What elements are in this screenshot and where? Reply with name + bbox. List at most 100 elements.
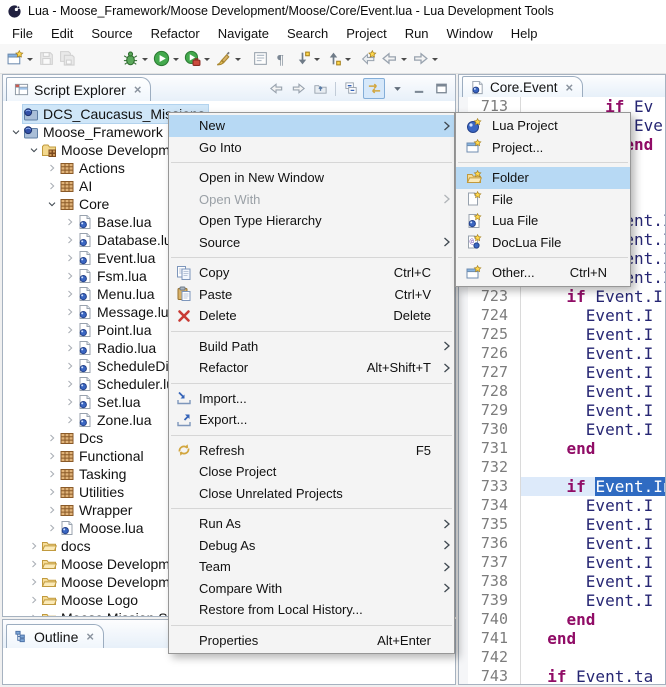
context-menu-item-refactor[interactable]: RefactorAlt+Shift+T (169, 357, 454, 379)
dropdown-arrow-icon[interactable] (173, 58, 179, 64)
context-menu-item-import[interactable]: Import... (169, 388, 454, 410)
context-menu-item-refresh[interactable]: RefreshF5 (169, 440, 454, 462)
dropdown-arrow-icon[interactable] (235, 58, 241, 64)
new-submenu-item-project[interactable]: Project... (456, 137, 630, 159)
chevron-right-icon[interactable] (45, 162, 59, 174)
chevron-right-icon[interactable] (63, 288, 77, 300)
chevron-right-icon[interactable] (27, 558, 41, 570)
code-text[interactable]: Event.I (521, 363, 665, 382)
chevron-right-icon[interactable] (45, 180, 59, 192)
chevron-right-icon[interactable] (63, 414, 77, 426)
code-text[interactable]: Event.I (521, 572, 665, 591)
context-menu-item-restore-from-local-history[interactable]: Restore from Local History... (169, 599, 454, 621)
chevron-right-icon[interactable] (45, 522, 59, 534)
context-menu-item-run-as[interactable]: Run As (169, 513, 454, 535)
chevron-right-icon[interactable] (45, 504, 59, 516)
context-menu-item-export[interactable]: Export... (169, 409, 454, 431)
context-menu-item-paste[interactable]: PasteCtrl+V (169, 284, 454, 306)
close-icon[interactable]: × (134, 84, 142, 95)
chevron-right-icon[interactable] (45, 486, 59, 498)
debug-button[interactable] (121, 47, 150, 71)
dropdown-arrow-icon[interactable] (345, 58, 351, 64)
chevron-right-icon[interactable] (63, 360, 77, 372)
run-button[interactable] (152, 47, 181, 71)
code-text[interactable]: Event.I (521, 401, 665, 420)
chevron-right-icon[interactable] (27, 612, 41, 616)
context-menu-item-close-unrelated-projects[interactable]: Close Unrelated Projects (169, 483, 454, 505)
dropdown-arrow-icon[interactable] (142, 58, 148, 64)
back-button[interactable] (380, 47, 409, 71)
code-text[interactable]: Event.I (521, 382, 665, 401)
tab-outline[interactable]: Outline × (6, 624, 104, 648)
code-text[interactable]: end (521, 629, 665, 648)
chevron-down-icon[interactable] (27, 144, 41, 156)
code-text[interactable] (521, 458, 665, 477)
back-button[interactable] (266, 79, 286, 98)
code-text[interactable]: end (521, 439, 665, 458)
chevron-right-icon[interactable] (63, 216, 77, 228)
last-edit-location-button[interactable] (359, 47, 378, 71)
code-text[interactable]: Event.I (521, 496, 665, 515)
new-submenu-item-lua-file[interactable]: Lua File (456, 210, 630, 232)
context-menu-item-delete[interactable]: DeleteDelete (169, 305, 454, 327)
chevron-right-icon[interactable] (63, 270, 77, 282)
menubar-item-help[interactable]: Help (502, 23, 547, 44)
chevron-right-icon[interactable] (63, 234, 77, 246)
context-menu-item-copy[interactable]: CopyCtrl+C (169, 262, 454, 284)
context-menu-item-compare-with[interactable]: Compare With (169, 578, 454, 600)
chevron-right-icon[interactable] (63, 378, 77, 390)
context-menu-item-close-project[interactable]: Close Project (169, 461, 454, 483)
context-menu-item-team[interactable]: Team (169, 556, 454, 578)
context-menu-item-debug-as[interactable]: Debug As (169, 535, 454, 557)
menubar-item-search[interactable]: Search (278, 23, 337, 44)
menubar-item-project[interactable]: Project (337, 23, 395, 44)
previous-annotation-button[interactable] (324, 47, 353, 71)
minimize-button[interactable] (409, 79, 429, 98)
menubar-item-window[interactable]: Window (438, 23, 502, 44)
dropdown-arrow-icon[interactable] (27, 58, 33, 64)
chevron-right-icon[interactable] (45, 468, 59, 480)
chevron-right-icon[interactable] (63, 306, 77, 318)
chevron-right-icon[interactable] (63, 324, 77, 336)
new-submenu-item-doclua-file[interactable]: @DocLua File (456, 232, 630, 254)
code-text[interactable]: if Event.ta (521, 667, 665, 684)
code-text[interactable]: Event.I (521, 325, 665, 344)
new-submenu-item-other[interactable]: Other...Ctrl+N (456, 262, 630, 284)
context-menu-item-build-path[interactable]: Build Path (169, 336, 454, 358)
collapse-all-button[interactable] (341, 79, 361, 98)
external-tools-button[interactable] (183, 47, 212, 71)
code-text[interactable]: Event.I (521, 344, 665, 363)
new-submenu-item-folder[interactable]: Folder (456, 167, 630, 189)
close-icon[interactable]: × (566, 82, 574, 93)
chevron-right-icon[interactable] (45, 450, 59, 462)
link-editor-button[interactable] (363, 78, 385, 99)
new-submenu-item-lua-project[interactable]: Lua Project (456, 115, 630, 137)
chevron-right-icon[interactable] (63, 252, 77, 264)
dropdown-arrow-icon[interactable] (204, 58, 210, 64)
close-icon[interactable]: × (86, 631, 94, 642)
chevron-down-icon[interactable] (9, 126, 23, 138)
context-menu-item-open-in-new-window[interactable]: Open in New Window (169, 167, 454, 189)
show-whitespace-button[interactable]: ¶ (272, 47, 291, 71)
context-menu-item-open-type-hierarchy[interactable]: Open Type Hierarchy (169, 210, 454, 232)
code-text[interactable] (521, 648, 665, 667)
menubar-item-refactor[interactable]: Refactor (142, 23, 209, 44)
menubar-item-edit[interactable]: Edit (42, 23, 82, 44)
chevron-down-icon[interactable] (45, 198, 59, 210)
forward-button[interactable] (411, 47, 440, 71)
view-menu-button[interactable] (387, 79, 407, 98)
context-menu-item-source[interactable]: Source (169, 232, 454, 254)
menubar-item-navigate[interactable]: Navigate (209, 23, 278, 44)
context-menu-item-properties[interactable]: PropertiesAlt+Enter (169, 630, 454, 652)
mark-occurrences-button[interactable] (251, 47, 270, 71)
chevron-right-icon[interactable] (63, 396, 77, 408)
code-text[interactable]: Event.I (521, 534, 665, 553)
menubar-item-run[interactable]: Run (396, 23, 438, 44)
menubar-item-source[interactable]: Source (82, 23, 141, 44)
next-annotation-button[interactable] (293, 47, 322, 71)
code-text[interactable]: Event.I (521, 591, 665, 610)
tab-core-event[interactable]: Core.Event × (462, 76, 583, 97)
code-text[interactable]: Event.I (521, 553, 665, 572)
code-text[interactable]: Event.I (521, 306, 665, 325)
format-brush-button[interactable] (214, 47, 243, 71)
